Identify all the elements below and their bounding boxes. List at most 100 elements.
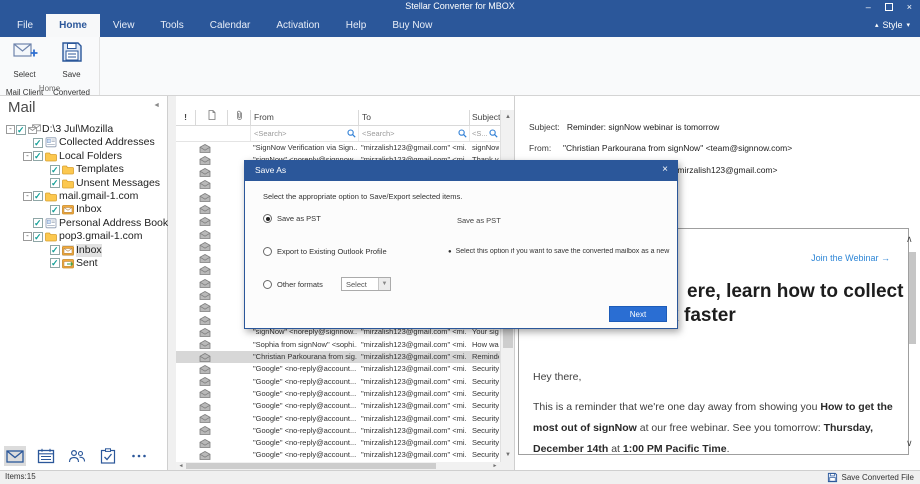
option-other-formats[interactable]: Other formats <box>263 280 323 289</box>
nav-calendar[interactable] <box>35 446 57 466</box>
nav-tasks[interactable] <box>97 446 119 466</box>
more-nav-icon <box>130 448 148 464</box>
nav-contacts[interactable] <box>66 446 88 466</box>
tree-item-personal-address-book[interactable]: ✓ Personal Address Book <box>0 216 169 230</box>
tab-activation[interactable]: Activation <box>263 14 332 37</box>
mail-row[interactable]: "Google" <no-reply@account... "mirzalish1… <box>176 413 500 425</box>
tree-item-pop3-gmail-1-com[interactable]: - ✓ pop3.gmail-1.com <box>0 230 167 243</box>
radio-save-as-pst[interactable] <box>263 214 272 223</box>
envelope-icon <box>199 352 211 362</box>
preview-scroll-up-icon[interactable]: ∧ <box>906 234 913 245</box>
tab-tools[interactable]: Tools <box>147 14 196 37</box>
tree-checkbox[interactable]: ✓ <box>50 204 60 215</box>
mail-row[interactable]: "Google" <no-reply@account... "mirzalish1… <box>176 376 500 388</box>
dialog-titlebar: Save As × <box>245 161 677 181</box>
row-to: "mirzalish123@gmail.com" <mi... <box>361 352 467 362</box>
tree-checkbox[interactable]: ✓ <box>33 218 43 229</box>
minimize-button[interactable]: – <box>866 2 871 12</box>
tab-view[interactable]: View <box>100 14 148 37</box>
mail-row[interactable]: "Google" <no-reply@account... "mirzalish1… <box>176 363 500 375</box>
tree-item-label: Personal Address Book <box>59 216 169 229</box>
tree-checkbox[interactable]: ✓ <box>50 245 60 256</box>
tab-file[interactable]: File <box>4 14 46 37</box>
close-button[interactable]: × <box>907 2 912 12</box>
hscrollbar-thumb[interactable] <box>186 463 436 469</box>
other-formats-select[interactable]: Select ▼ <box>341 277 391 291</box>
nav-mail[interactable] <box>4 446 26 466</box>
nav-more[interactable] <box>128 446 150 466</box>
dialog-close-icon[interactable]: × <box>662 164 668 175</box>
preview-scrollbar-thumb[interactable] <box>909 252 916 344</box>
row-subject: Security a... <box>472 413 499 423</box>
tree-checkbox[interactable]: ✓ <box>33 231 43 242</box>
column-subject[interactable]: Subject <box>470 110 500 125</box>
mail-row[interactable]: "Google" <no-reply@account... "mirzalish1… <box>176 437 500 449</box>
tree-item-mail-gmail-1-com[interactable]: - ✓ mail.gmail-1.com <box>0 190 167 203</box>
option-other-formats-label: Other formats <box>277 280 323 289</box>
tree-checkbox[interactable]: ✓ <box>16 124 26 135</box>
tree-item-templates[interactable]: ✓ Templates <box>0 163 167 176</box>
tab-home[interactable]: Home <box>46 14 100 37</box>
save-converted-file-status-button[interactable]: Save Converted File <box>827 471 914 484</box>
tree-item-collected-addresses[interactable]: ✓ Collected Addresses <box>0 136 167 149</box>
tree-checkbox[interactable]: ✓ <box>50 178 60 189</box>
option-export-outlook[interactable]: Export to Existing Outlook Profile <box>263 247 387 256</box>
scroll-down-icon[interactable]: ▼ <box>501 448 515 462</box>
tree-checkbox[interactable]: ✓ <box>50 258 60 269</box>
join-webinar-link[interactable]: Join the Webinar → <box>811 253 890 263</box>
column-to[interactable]: To <box>359 110 470 125</box>
collapse-ribbon-icon[interactable]: ▴ <box>875 14 879 37</box>
restore-button[interactable] <box>884 3 893 11</box>
tree-item-unsent-messages[interactable]: ✓ Unsent Messages <box>0 177 167 190</box>
tree-checkbox[interactable]: ✓ <box>33 151 43 162</box>
search-to-input[interactable]: <Search> <box>359 126 470 141</box>
mail-row[interactable]: "Google" <no-reply@account... "mirzalish1… <box>176 449 500 461</box>
envelope-icon <box>199 168 211 177</box>
tree-checkbox[interactable]: ✓ <box>33 137 43 148</box>
style-control[interactable]: ▴ Style ▾ <box>875 14 910 37</box>
mail-row[interactable]: "Christian Parkourana from sig... "mirzal… <box>176 351 500 364</box>
tree-checkbox[interactable]: ✓ <box>33 191 43 202</box>
select-value: Select <box>346 280 367 289</box>
row-from: "Google" <no-reply@account... <box>253 401 357 411</box>
sidebar-collapse-icon[interactable]: ◄ <box>153 102 160 109</box>
radio-export-outlook[interactable] <box>263 247 272 256</box>
row-from: "Google" <no-reply@account... <box>253 388 357 398</box>
tab-buy-now[interactable]: Buy Now <box>379 14 445 37</box>
mail-row[interactable]: "Sophia from signNow" <sophi... "mirzalis… <box>176 339 500 351</box>
mail-row[interactable]: "SignNow Verification via Sign... "mirzal… <box>176 142 500 154</box>
tree-item-inbox[interactable]: ✓ Inbox <box>0 203 167 216</box>
envelope-icon <box>199 450 211 460</box>
tree-expander-icon[interactable]: - <box>6 125 15 134</box>
row-subject: Reminder... <box>472 352 499 362</box>
tree-item-local-folders[interactable]: - ✓ Local Folders <box>0 150 167 163</box>
mail-folder-tree: - ✓ D:\3 Jul\Mozilla ✓ Collected Addresses - ✓… <box>0 123 169 270</box>
mail-row[interactable]: "Google" <no-reply@account... "mirzalish1… <box>176 388 500 400</box>
scroll-up-icon[interactable]: ▲ <box>501 110 515 124</box>
search-from-input[interactable]: <Search> <box>251 126 359 141</box>
mail-row[interactable]: "Google" <no-reply@account... "mirzalish1… <box>176 400 500 412</box>
scroll-right-icon[interactable]: ► <box>490 462 500 470</box>
option-save-as-pst[interactable]: Save as PST <box>263 214 321 223</box>
list-horizontal-scrollbar[interactable]: ◄ ► <box>176 462 500 470</box>
tree-item-d-3-jul-mozilla[interactable]: - ✓ D:\3 Jul\Mozilla <box>0 123 167 136</box>
tree-expander-icon[interactable]: - <box>23 151 32 161</box>
tab-calendar[interactable]: Calendar <box>197 14 264 37</box>
column-from[interactable]: From <box>251 110 359 125</box>
search-subject-input[interactable]: <S... <box>470 126 500 141</box>
tab-help[interactable]: Help <box>333 14 380 37</box>
column-attachment[interactable] <box>228 110 251 125</box>
tree-item-sent[interactable]: ✓ Sent <box>0 257 167 270</box>
tree-expander-icon[interactable]: - <box>23 232 32 242</box>
scroll-left-icon[interactable]: ◄ <box>176 462 186 470</box>
column-document[interactable] <box>196 110 228 125</box>
next-button[interactable]: Next <box>609 306 667 322</box>
tree-expander-icon[interactable]: - <box>23 191 32 201</box>
search-icon <box>347 129 356 138</box>
tree-checkbox[interactable]: ✓ <box>50 164 60 175</box>
tree-item-inbox[interactable]: ✓ Inbox <box>0 243 167 257</box>
column-priority[interactable]: ! <box>176 110 196 125</box>
mail-row[interactable]: "Google" <no-reply@account... "mirzalish1… <box>176 425 500 437</box>
radio-other-formats[interactable] <box>263 280 272 289</box>
preview-scroll-down-icon[interactable]: ∨ <box>906 438 913 449</box>
